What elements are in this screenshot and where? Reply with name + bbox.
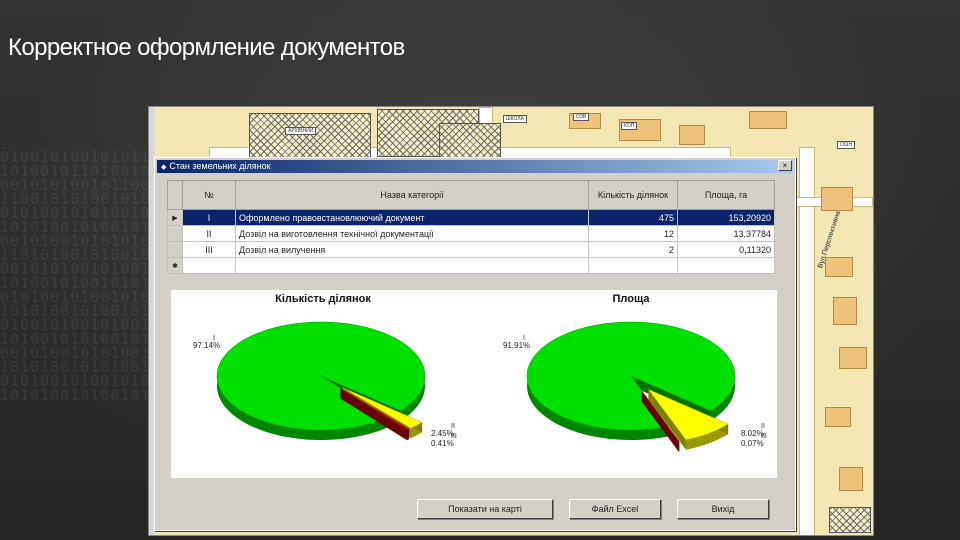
- cell-area[interactable]: 153,20920: [677, 209, 775, 226]
- parcel-status-dialog: ◆ Стан земельних ділянок × № Назва катего…: [154, 157, 796, 531]
- table-header-row: № Назва категорії Кількість ділянок Площ…: [167, 180, 775, 210]
- exit-button[interactable]: Вихід: [677, 499, 769, 519]
- map-parcel-hatched: [829, 507, 871, 533]
- map-label: ОЗВ: [573, 113, 590, 121]
- charts-panel: Кількість ділянок I 97.14% II 2.45% III 0.41% П…: [171, 290, 777, 478]
- row-selected-indicator-icon: ▶: [167, 209, 183, 226]
- dialog-titlebar[interactable]: ◆ Стан земельних ділянок: [157, 160, 793, 173]
- map-building: [679, 125, 705, 145]
- map-building: [825, 257, 853, 277]
- cell-number[interactable]: III: [182, 241, 236, 258]
- row-indicator: [167, 241, 183, 258]
- map-building: [839, 347, 867, 369]
- map-building: [839, 467, 863, 491]
- cell-category[interactable]: Дозвіл на виготовлення технічної докумен…: [235, 225, 589, 242]
- column-header-number[interactable]: №: [182, 180, 236, 210]
- pie-charts-svg: Кількість ділянокI97.14%II2.45%III0.41%П…: [193, 293, 767, 452]
- table-new-row[interactable]: ✱: [167, 257, 775, 274]
- window-app-icon: ◆: [161, 164, 167, 171]
- map-building: [825, 407, 851, 427]
- cell-area[interactable]: 13,37784: [677, 225, 775, 242]
- cell-area[interactable]: [677, 257, 775, 274]
- map-building: [749, 111, 787, 129]
- cell-category[interactable]: Оформлено правовстановлюючий документ: [235, 209, 589, 226]
- cell-count[interactable]: 12: [588, 225, 678, 242]
- chart-title: Площа: [612, 293, 650, 305]
- cell-area[interactable]: 0,11320: [677, 241, 775, 258]
- table-row[interactable]: II Дозвіл на виготовлення технічної доку…: [167, 225, 775, 242]
- column-header-area[interactable]: Площа, га: [677, 180, 775, 210]
- categories-table: № Назва категорії Кількість ділянок Площ…: [167, 180, 775, 274]
- table-row[interactable]: III Дозвіл на вилучення 2 0,11320: [167, 241, 775, 258]
- column-header-category[interactable]: Назва категорії: [235, 180, 589, 210]
- chart-title: Кількість ділянок: [275, 293, 371, 305]
- map-label: ШКОЛА: [503, 115, 527, 123]
- cell-number[interactable]: II: [182, 225, 236, 242]
- pie-percent-label: 0.07%: [741, 439, 764, 448]
- new-row-asterisk-icon: ✱: [167, 257, 183, 274]
- table-row[interactable]: ▶ I Оформлено правовстановлюючий докумен…: [167, 209, 775, 226]
- map-label: ОШН: [837, 141, 856, 149]
- map-label: КОП: [621, 122, 638, 130]
- pie-percent-label: 91.91%: [503, 341, 530, 350]
- show-on-map-button[interactable]: Показати на карті: [417, 499, 553, 519]
- pie-percent-label: 97.14%: [193, 341, 220, 350]
- pie-percent-label: 0.41%: [431, 439, 454, 448]
- cell-count[interactable]: [588, 257, 678, 274]
- map-parcel-hatched: [249, 113, 371, 159]
- column-header-count[interactable]: Кількість ділянок: [588, 180, 678, 210]
- map-building: [833, 297, 857, 325]
- dialog-title: Стан земельних ділянок: [169, 161, 271, 171]
- map-building: [821, 187, 853, 211]
- cell-count[interactable]: 2: [588, 241, 678, 258]
- row-indicator-header: [167, 180, 183, 210]
- cell-count[interactable]: 475: [588, 209, 678, 226]
- cell-number[interactable]: I: [182, 209, 236, 226]
- cell-category[interactable]: [235, 257, 589, 274]
- slide-title: Корректное оформление документов: [8, 34, 405, 61]
- cell-category[interactable]: Дозвіл на вилучення: [235, 241, 589, 258]
- map-parcel-hatched: [439, 123, 501, 161]
- row-indicator: [167, 225, 183, 242]
- cell-number[interactable]: [182, 257, 236, 274]
- close-button[interactable]: ×: [778, 160, 792, 171]
- excel-file-button[interactable]: Файл Excel: [569, 499, 661, 519]
- map-label: АРХІВНИЙ: [285, 127, 317, 135]
